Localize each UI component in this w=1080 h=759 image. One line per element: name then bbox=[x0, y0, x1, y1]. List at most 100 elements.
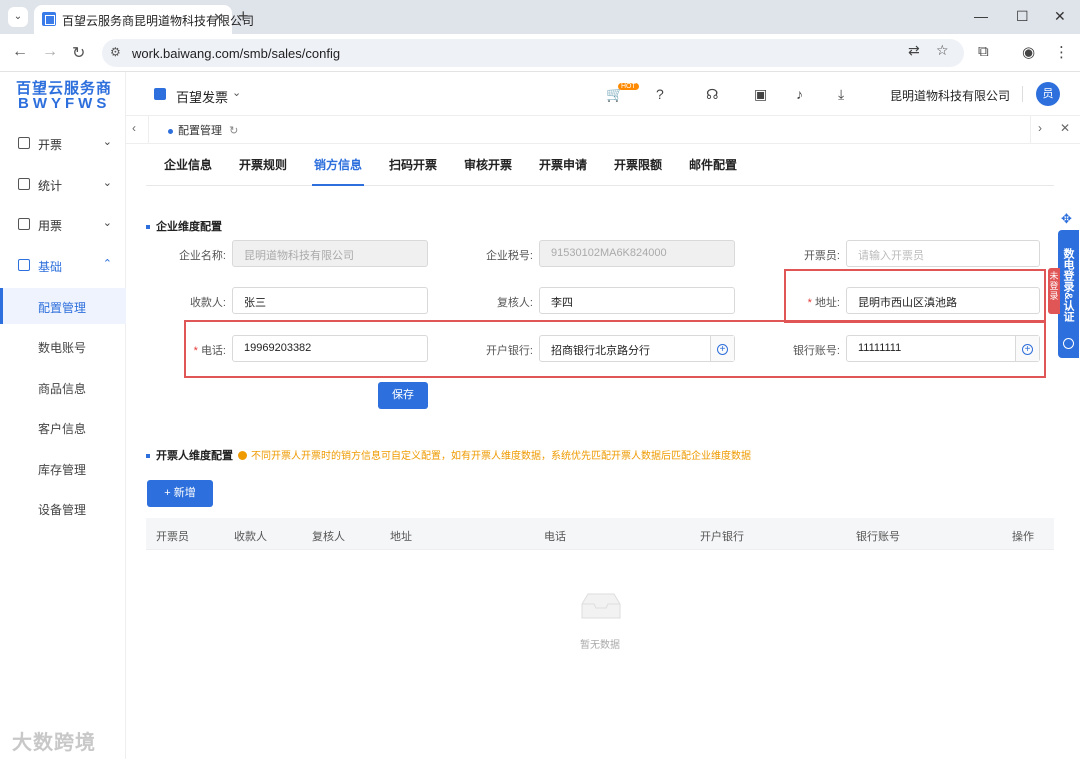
sidebar-sub-label: 数电账号 bbox=[38, 341, 87, 355]
inbox-icon[interactable]: ▣ bbox=[754, 86, 767, 103]
tax-no-field[interactable]: 91530102MA6K824000 bbox=[539, 240, 735, 267]
notice-message: 不同开票人开票时的销方信息可自定义配置，如有开票人维度数据，系统优先匹配开票人数… bbox=[251, 451, 751, 462]
page-tab-config[interactable]: 配置管理 ↻ bbox=[168, 122, 238, 138]
sidebar-item-label: 用票 bbox=[38, 219, 63, 233]
basic-icon bbox=[18, 259, 30, 271]
back-icon[interactable]: ← bbox=[12, 43, 28, 61]
sidebar-sub-devices[interactable]: 设备管理 bbox=[0, 490, 126, 526]
page-tabs: ‹ 配置管理 ↻ › ✕ bbox=[126, 116, 1080, 144]
empty-text: 暂无数据 bbox=[580, 640, 620, 651]
help-icon[interactable]: ? bbox=[656, 86, 664, 102]
header-divider bbox=[1022, 86, 1023, 102]
sidebar-item-label: 统计 bbox=[38, 179, 63, 193]
tab-seller-info[interactable]: 销方信息 bbox=[314, 156, 362, 173]
tab-close-icon[interactable]: ✕ bbox=[213, 10, 224, 26]
tab-invoice-rules[interactable]: 开票规则 bbox=[239, 156, 287, 173]
ticket-icon bbox=[18, 218, 30, 230]
issuer-field[interactable]: 请输入开票员 bbox=[846, 240, 1040, 267]
site-favicon-icon bbox=[42, 12, 56, 26]
stats-icon bbox=[18, 178, 30, 190]
chevron-down-icon: ⌄ bbox=[102, 217, 112, 229]
company-name-field[interactable]: 昆明道物科技有限公司 bbox=[232, 240, 428, 267]
column-header: 电话 bbox=[544, 531, 566, 543]
product-switcher[interactable]: 百望发票 bbox=[176, 87, 228, 106]
avatar[interactable]: 员 bbox=[1036, 82, 1060, 106]
extensions-icon[interactable]: ⧉ bbox=[978, 43, 989, 60]
sidebar-item-basic[interactable]: 基础 ⌃ bbox=[0, 248, 126, 284]
column-header: 操作 bbox=[1012, 531, 1034, 543]
account-add-icon[interactable]: + bbox=[1015, 336, 1039, 361]
site-info-icon[interactable]: ⚙ bbox=[110, 45, 121, 59]
tab-company-info[interactable]: 企业信息 bbox=[164, 156, 212, 173]
sidebar-sub-inventory[interactable]: 库存管理 bbox=[0, 450, 126, 486]
sidebar-sub-label: 设备管理 bbox=[38, 503, 87, 517]
reviewer-field[interactable]: 李四 bbox=[539, 287, 735, 314]
section-title-issuer: 开票人维度配置 bbox=[146, 447, 233, 463]
profile-icon[interactable]: ◉ bbox=[1022, 43, 1035, 61]
watermark: 大数跨境 bbox=[12, 732, 96, 754]
sidebar-item-invoice[interactable]: 开票 ⌄ bbox=[0, 126, 126, 162]
arrow-circle-icon[interactable] bbox=[1063, 338, 1074, 349]
maximize-icon[interactable]: ☐ bbox=[1016, 8, 1029, 25]
tabs-scroll-right-icon[interactable]: › bbox=[1038, 121, 1042, 135]
refresh-icon[interactable]: ↻ bbox=[229, 125, 238, 137]
bell-icon[interactable]: ♪ bbox=[796, 86, 803, 102]
sidebar-sub-customers[interactable]: 客户信息 bbox=[0, 409, 126, 445]
sidebar-sub-label: 客户信息 bbox=[38, 422, 87, 436]
sidebar-sub-config[interactable]: 配置管理 bbox=[0, 288, 126, 324]
active-tab-indicator bbox=[312, 184, 364, 186]
account-field[interactable]: 11111111 bbox=[846, 335, 1040, 362]
tabs-scroll-left-icon[interactable]: ‹ bbox=[132, 121, 136, 135]
new-tab-icon[interactable]: + bbox=[238, 6, 249, 27]
service-icon[interactable]: ☊ bbox=[706, 86, 718, 103]
browser-menu-icon[interactable]: ⋮ bbox=[1054, 43, 1069, 61]
warning-icon bbox=[238, 451, 247, 460]
address-label: * 地址: bbox=[760, 294, 840, 310]
company-name[interactable]: 昆明道物科技有限公司 bbox=[890, 87, 1010, 104]
sidebar-item-stats[interactable]: 统计 ⌄ bbox=[0, 167, 126, 203]
save-button[interactable]: 保存 bbox=[378, 382, 428, 409]
bank-label: 开户银行: bbox=[485, 345, 533, 357]
window-close-icon[interactable]: ✕ bbox=[1054, 8, 1066, 25]
minimize-icon[interactable]: — bbox=[974, 8, 988, 24]
sidebar-item-use-ticket[interactable]: 用票 ⌄ bbox=[0, 207, 126, 243]
sidebar-sub-digital-account[interactable]: 数电账号 bbox=[0, 328, 126, 364]
bank-add-icon[interactable]: + bbox=[710, 336, 734, 361]
add-button[interactable]: + 新增 bbox=[147, 480, 213, 507]
translate-icon[interactable]: ⇄ bbox=[908, 42, 920, 59]
hot-badge: HOT bbox=[618, 83, 639, 90]
bank-field[interactable]: 招商银行北京路分行 bbox=[539, 335, 735, 362]
sidebar: 百望云服务商 BWYFWS 开票 ⌄ 统计 ⌄ 用票 ⌄ 基础 ⌃ 配置管理 数… bbox=[0, 72, 126, 759]
tab-email-config[interactable]: 邮件配置 bbox=[689, 156, 737, 173]
drag-move-icon[interactable]: ✥ bbox=[1061, 211, 1072, 227]
close-tabs-icon[interactable]: ✕ bbox=[1060, 121, 1070, 135]
issuer-label: 开票员: bbox=[803, 250, 840, 262]
tab-review-invoice[interactable]: 审核开票 bbox=[464, 156, 512, 173]
sidebar-sub-goods[interactable]: 商品信息 bbox=[0, 369, 126, 405]
download-icon[interactable]: ⤓ bbox=[838, 86, 844, 103]
chevron-down-icon: ⌄ bbox=[102, 177, 112, 189]
forward-icon[interactable]: → bbox=[42, 43, 58, 61]
payee-field[interactable]: 张三 bbox=[232, 287, 428, 314]
reload-icon[interactable]: ↻ bbox=[72, 43, 85, 63]
divider bbox=[148, 116, 149, 144]
tab-invoice-limit[interactable]: 开票限额 bbox=[614, 156, 662, 173]
chevron-down-icon[interactable]: ⌄ bbox=[232, 86, 241, 99]
tab-scan-invoice[interactable]: 扫码开票 bbox=[389, 156, 437, 173]
config-tabs: 企业信息 开票规则 销方信息 扫码开票 审核开票 开票申请 开票限额 邮件配置 bbox=[146, 144, 1054, 186]
browser-tab[interactable]: 百望云服务商昆明道物科技有限公司 ✕ bbox=[34, 5, 254, 34]
phone-field[interactable]: 19969203382 bbox=[232, 335, 428, 362]
address-field[interactable]: 昆明市西山区滇池路 bbox=[846, 287, 1040, 314]
empty-box-icon bbox=[581, 593, 621, 619]
active-dot-icon bbox=[168, 128, 173, 134]
bookmark-star-icon[interactable]: ☆ bbox=[936, 42, 949, 59]
phone-label: * 电话: bbox=[146, 342, 226, 358]
digital-login-widget[interactable]: 数电登录&认证 bbox=[1058, 230, 1079, 358]
divider bbox=[1030, 116, 1031, 144]
url-text: work.baiwang.com/smb/sales/config bbox=[132, 46, 341, 61]
sidebar-item-label: 基础 bbox=[38, 260, 63, 274]
column-header: 开户银行 bbox=[700, 531, 744, 543]
tab-list-dropdown-icon[interactable]: ⌄ bbox=[8, 7, 28, 27]
tab-invoice-request[interactable]: 开票申请 bbox=[539, 156, 587, 173]
url-field[interactable]: ⚙ work.baiwang.com/smb/sales/config bbox=[102, 39, 964, 67]
